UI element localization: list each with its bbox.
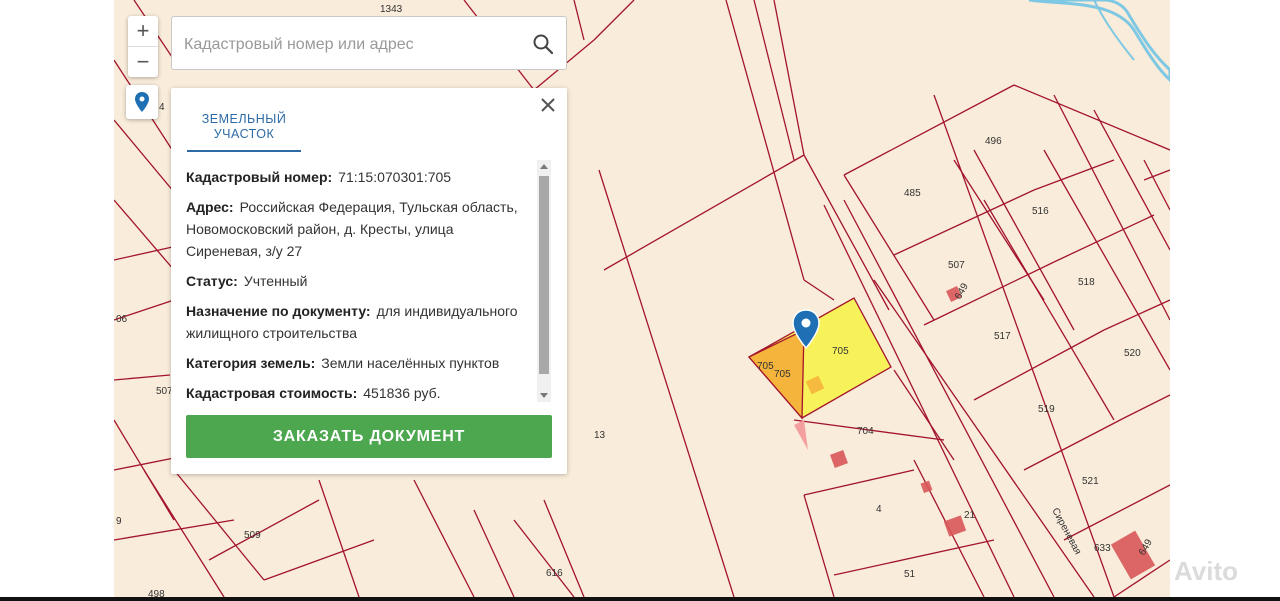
watermark: Avito xyxy=(1174,556,1239,586)
field-value: Российская Федерация, Тульская область, … xyxy=(186,199,518,259)
field-address: Адрес: Российская Федерация, Тульская обл… xyxy=(186,196,521,262)
field-label: Кадастровая стоимость: xyxy=(186,385,358,401)
field-label: Категория земель: xyxy=(186,355,316,371)
field-label: Назначение по документу: xyxy=(186,303,371,319)
parcel-sliver xyxy=(794,420,808,450)
location-pin-icon[interactable] xyxy=(792,309,820,349)
field-status: Статус: Учтенный xyxy=(186,270,521,292)
search-icon[interactable] xyxy=(532,33,554,55)
field-land-category: Категория земель: Земли населённых пункто… xyxy=(186,352,521,374)
field-label: Статус: xyxy=(186,273,238,289)
parcel-info-panel: ЗЕМЕЛЬНЫЙ УЧАСТОК Кадастровый номер: 71:1… xyxy=(171,88,567,474)
zoom-in-button[interactable]: + xyxy=(128,16,158,46)
search-input[interactable] xyxy=(182,31,526,59)
field-label: Кадастровый номер: xyxy=(186,169,333,185)
parcel-details: Кадастровый номер: 71:15:070301:705 Адрес… xyxy=(186,166,521,412)
scroll-down-arrow-icon[interactable] xyxy=(540,393,548,398)
field-purpose: Назначение по документу: для индивидуальн… xyxy=(186,300,521,344)
field-value: Земли населённых пунктов xyxy=(321,355,500,371)
search-box xyxy=(171,16,567,70)
order-document-button[interactable]: ЗАКАЗАТЬ ДОКУМЕНТ xyxy=(186,415,552,458)
details-scrollbar[interactable] xyxy=(537,160,551,402)
tab-land-plot[interactable]: ЗЕМЕЛЬНЫЙ УЧАСТОК xyxy=(187,112,301,152)
show-location-button[interactable] xyxy=(126,85,158,119)
field-value: 71:15:070301:705 xyxy=(338,169,452,185)
zoom-out-button[interactable]: − xyxy=(128,47,158,77)
close-icon[interactable] xyxy=(539,96,557,114)
scroll-up-arrow-icon[interactable] xyxy=(540,164,548,169)
zoom-control: + − xyxy=(128,16,158,77)
field-cadastral-value: Кадастровая стоимость: 451836 руб. xyxy=(186,382,521,404)
bottom-edge xyxy=(0,597,1280,601)
field-value: 451836 руб. xyxy=(363,385,441,401)
map-pin-icon xyxy=(135,92,149,112)
scroll-thumb[interactable] xyxy=(539,176,549,374)
field-cadastral-number: Кадастровый номер: 71:15:070301:705 xyxy=(186,166,521,188)
field-value: Учтенный xyxy=(243,273,308,289)
field-label: Адрес: xyxy=(186,199,234,215)
